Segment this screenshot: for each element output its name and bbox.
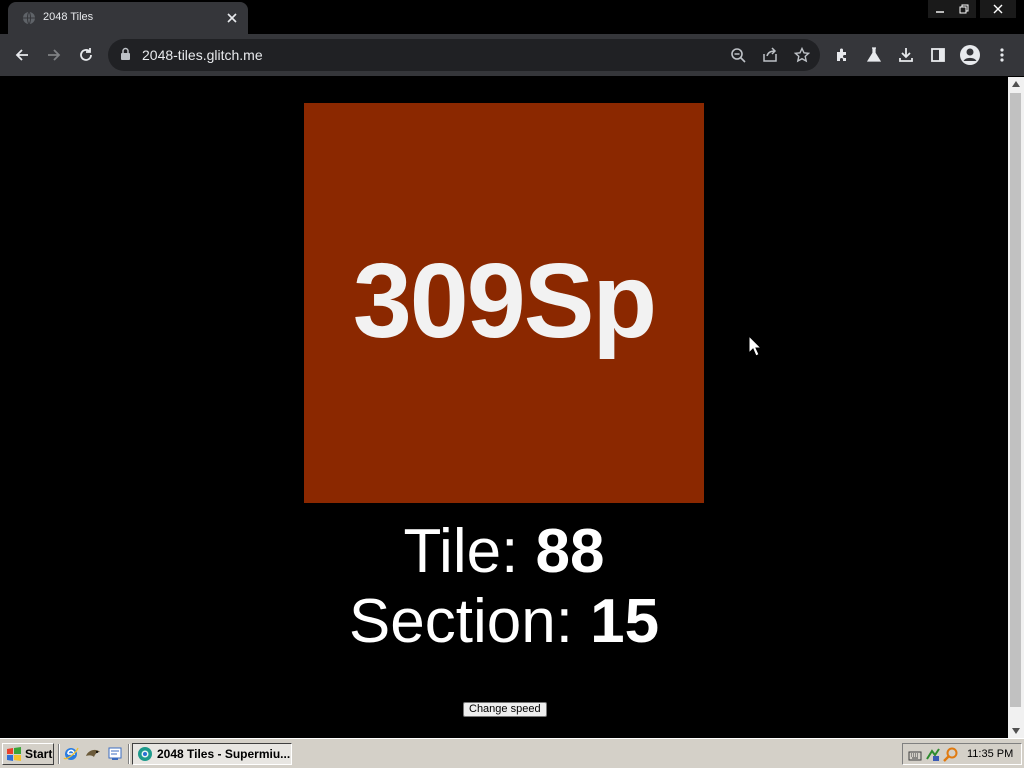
- page-viewport: 309Sp Tile: 88 Section: 15 Change speed: [0, 77, 1008, 738]
- url-text: 2048-tiles.glitch.me: [142, 47, 263, 63]
- browser-app-icon: [138, 747, 152, 761]
- lock-icon[interactable]: [120, 47, 131, 66]
- download-icon: [899, 48, 913, 62]
- clock: 11:35 PM: [967, 748, 1014, 760]
- tile-label: 309Sp: [352, 241, 657, 360]
- menu-icon: [1000, 48, 1004, 62]
- scroll-down-arrow-icon: [1012, 728, 1020, 734]
- tile-prefix: Tile:: [403, 517, 536, 586]
- profile-button[interactable]: [958, 43, 982, 67]
- taskbar-window-label: 2048 Tiles - Supermiu...: [157, 747, 291, 761]
- zoom-button[interactable]: [726, 43, 750, 67]
- downloads-button[interactable]: [894, 43, 918, 67]
- taskbar: Start 2048 Tiles - Supermiu... 11:35 PM: [0, 738, 1024, 768]
- section-number: 15: [590, 587, 660, 656]
- start-button[interactable]: Start: [2, 743, 54, 765]
- side-panel-icon: [931, 48, 945, 62]
- scroll-down-button[interactable]: [1008, 724, 1024, 738]
- restore-icon: [959, 4, 969, 14]
- tile-number: 88: [535, 517, 605, 586]
- close-window-button[interactable]: [980, 0, 1016, 18]
- restore-window-button[interactable]: [952, 0, 976, 18]
- back-arrow-icon: [15, 49, 28, 61]
- close-icon: [993, 4, 1003, 14]
- globe-icon: [22, 11, 36, 25]
- taskbar-window-button[interactable]: 2048 Tiles - Supermiu...: [132, 743, 292, 765]
- taskbar-separator: [58, 744, 60, 764]
- extensions-button[interactable]: [830, 43, 854, 67]
- start-label: Start: [25, 747, 53, 761]
- outlook-icon[interactable]: [84, 746, 102, 762]
- menu-button[interactable]: [990, 43, 1014, 67]
- minimize-window-button[interactable]: [928, 0, 952, 18]
- browser-toolbar: 2048-tiles.glitch.me: [0, 34, 1024, 76]
- internet-explorer-icon[interactable]: [62, 746, 80, 762]
- tile-line: Tile: 88: [304, 517, 704, 587]
- profile-icon: [960, 45, 980, 65]
- zoom-icon: [731, 48, 746, 63]
- reload-button[interactable]: [74, 43, 98, 67]
- scroll-up-button[interactable]: [1008, 77, 1024, 91]
- labs-icon: [866, 47, 882, 62]
- keyboard-icon[interactable]: [907, 747, 923, 763]
- reload-icon: [80, 48, 92, 61]
- tab-title: 2048 Tiles: [43, 11, 94, 23]
- browser-tab[interactable]: 2048 Tiles: [8, 2, 248, 34]
- network-icon[interactable]: [925, 747, 941, 763]
- screen: 2048 Tiles 2048-tiles.glitch.me 309Sp Ti…: [0, 0, 1024, 768]
- address-bar[interactable]: 2048-tiles.glitch.me: [108, 39, 820, 71]
- section-prefix: Section:: [348, 587, 591, 656]
- game-tile: 309Sp: [304, 103, 704, 503]
- minimize-icon: [936, 11, 944, 13]
- forward-arrow-icon: [48, 49, 61, 61]
- star-icon: [794, 47, 810, 63]
- taskbar-separator: [128, 744, 130, 764]
- forward-button[interactable]: [42, 43, 66, 67]
- scroll-up-arrow-icon: [1012, 81, 1020, 87]
- bookmark-button[interactable]: [790, 43, 814, 67]
- labs-button[interactable]: [862, 43, 886, 67]
- scrollbar-thumb[interactable]: [1010, 93, 1021, 707]
- system-tray: 11:35 PM: [902, 743, 1022, 765]
- search-icon[interactable]: [943, 747, 959, 763]
- change-speed-button[interactable]: Change speed: [463, 702, 547, 717]
- mouse-cursor-icon: [748, 335, 762, 357]
- desktop-icon[interactable]: [106, 746, 124, 762]
- section-line: Section: 15: [304, 587, 704, 657]
- back-button[interactable]: [10, 43, 34, 67]
- windows-logo-icon: [7, 747, 21, 761]
- side-panel-button[interactable]: [926, 43, 950, 67]
- extensions-icon: [837, 48, 846, 61]
- page-scrollbar[interactable]: [1008, 77, 1024, 738]
- tab-strip: 2048 Tiles: [0, 0, 1024, 34]
- tile-info: Tile: 88 Section: 15: [304, 517, 704, 657]
- share-icon: [763, 47, 777, 62]
- tab-close-icon[interactable]: [222, 8, 242, 28]
- share-button[interactable]: [758, 43, 782, 67]
